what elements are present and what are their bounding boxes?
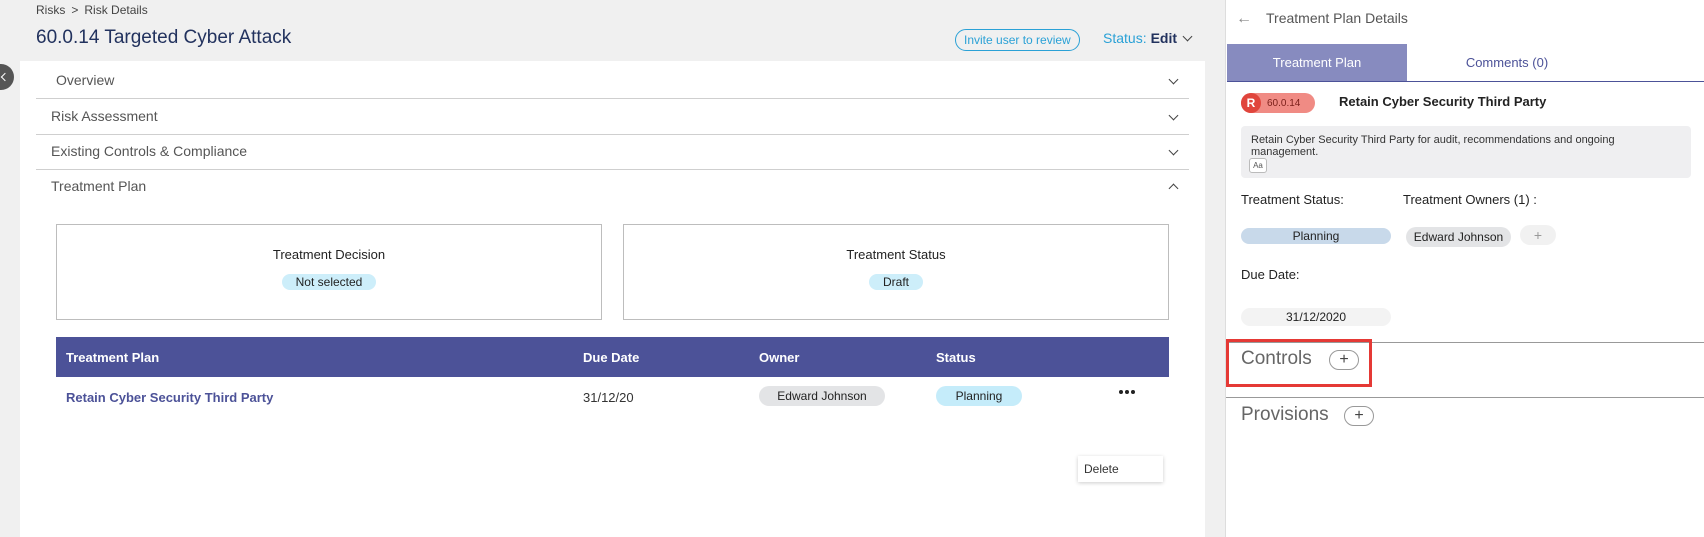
more-icon[interactable] xyxy=(1116,385,1138,399)
breadcrumb-separator: > xyxy=(71,3,79,17)
provisions-title: Provisions xyxy=(1241,404,1329,425)
treatment-status-box: Treatment Status Draft xyxy=(623,224,1169,320)
treatment-status-label: Treatment Status: xyxy=(1241,192,1344,207)
owner-pill: Edward Johnson xyxy=(759,386,885,406)
treatment-owners-label: Treatment Owners (1) : xyxy=(1403,192,1537,207)
divider xyxy=(1226,397,1704,398)
page-title: 60.0.14 Targeted Cyber Attack xyxy=(36,27,292,48)
column-header: Due Date xyxy=(583,350,640,365)
risk-code: 60.0.14 xyxy=(1267,97,1301,109)
controls-highlight-box xyxy=(1226,339,1372,387)
treatment-status-pill[interactable]: Draft xyxy=(868,274,923,290)
section-treatment-plan[interactable]: Treatment Plan xyxy=(36,167,1189,205)
collapse-icon[interactable] xyxy=(0,64,14,90)
add-owner-button[interactable]: + xyxy=(1520,225,1556,245)
section-label: Existing Controls & Compliance xyxy=(51,142,248,159)
add-provision-button[interactable]: + xyxy=(1344,406,1374,426)
table-header: Treatment Plan Due Date Owner Status xyxy=(56,337,1169,377)
format-text-icon[interactable]: Aa xyxy=(1249,158,1267,173)
treatment-status-title: Treatment Status xyxy=(846,247,946,262)
chevron-down-icon xyxy=(1182,31,1193,41)
chevron-down-icon xyxy=(1168,110,1179,121)
section-label: Overview xyxy=(56,71,115,88)
chevron-up-icon xyxy=(1168,183,1179,193)
section-existing-controls[interactable]: Existing Controls & Compliance xyxy=(36,132,1189,170)
treatment-decision-pill[interactable]: Not selected xyxy=(281,274,377,290)
column-header: Owner xyxy=(759,350,800,365)
treatment-plan-link[interactable]: Retain Cyber Security Third Party xyxy=(66,390,273,405)
status-label: Status: xyxy=(1103,30,1147,46)
treatment-decision-box: Treatment Decision Not selected xyxy=(56,224,602,320)
status-dropdown[interactable]: Status: Edit xyxy=(1103,30,1193,46)
main-area: Risks > Risk Details 60.0.14 Targeted Cy… xyxy=(0,0,1225,537)
risk-details-card: Overview Risk Assessment Existing Contro… xyxy=(20,61,1205,537)
breadcrumb-risks-link[interactable]: Risks xyxy=(36,3,65,17)
breadcrumb: Risks > Risk Details xyxy=(36,3,148,17)
invite-user-button[interactable]: Invite user to review xyxy=(955,29,1080,51)
owner-chip[interactable]: Edward Johnson xyxy=(1406,227,1511,247)
risk-badge: R 60.0.14 xyxy=(1241,93,1315,113)
section-risk-assessment[interactable]: Risk Assessment xyxy=(36,97,1189,135)
status-pill[interactable]: Planning xyxy=(1241,228,1391,244)
panel-title: Treatment Plan Details xyxy=(1266,10,1408,26)
due-date-label: Due Date: xyxy=(1241,267,1300,282)
treatment-decision-title: Treatment Decision xyxy=(272,247,386,262)
due-date-cell: 31/12/20 xyxy=(583,390,634,405)
breadcrumb-current: Risk Details xyxy=(84,3,148,17)
chevron-down-icon xyxy=(1168,74,1179,85)
due-date-value[interactable]: 31/12/2020 xyxy=(1241,308,1391,326)
status-pill: Planning xyxy=(936,386,1022,406)
tab-treatment-plan[interactable]: Treatment Plan xyxy=(1227,44,1407,81)
description-text: Retain Cyber Security Third Party for au… xyxy=(1251,134,1615,158)
column-header: Treatment Plan xyxy=(66,350,160,365)
table-row: Retain Cyber Security Third Party 31/12/… xyxy=(56,377,1169,417)
risk-letter: R xyxy=(1241,93,1261,113)
section-label: Treatment Plan xyxy=(51,178,147,194)
status-value: Edit xyxy=(1150,30,1178,46)
tab-comments[interactable]: Comments (0) xyxy=(1407,44,1607,81)
back-arrow-icon[interactable]: ← xyxy=(1236,10,1252,28)
section-overview[interactable]: Overview xyxy=(36,61,1189,99)
delete-menu-item[interactable]: Delete xyxy=(1078,456,1163,482)
column-header: Status xyxy=(936,350,976,365)
plan-name: Retain Cyber Security Third Party xyxy=(1339,94,1547,109)
chevron-down-icon xyxy=(1168,145,1179,156)
description-box[interactable]: Retain Cyber Security Third Party for au… xyxy=(1241,126,1691,178)
panel-tabs: Treatment Plan Comments (0) xyxy=(1227,44,1704,82)
section-label: Risk Assessment xyxy=(51,107,158,124)
treatment-plan-panel: ← Treatment Plan Details Treatment Plan … xyxy=(1225,0,1704,537)
